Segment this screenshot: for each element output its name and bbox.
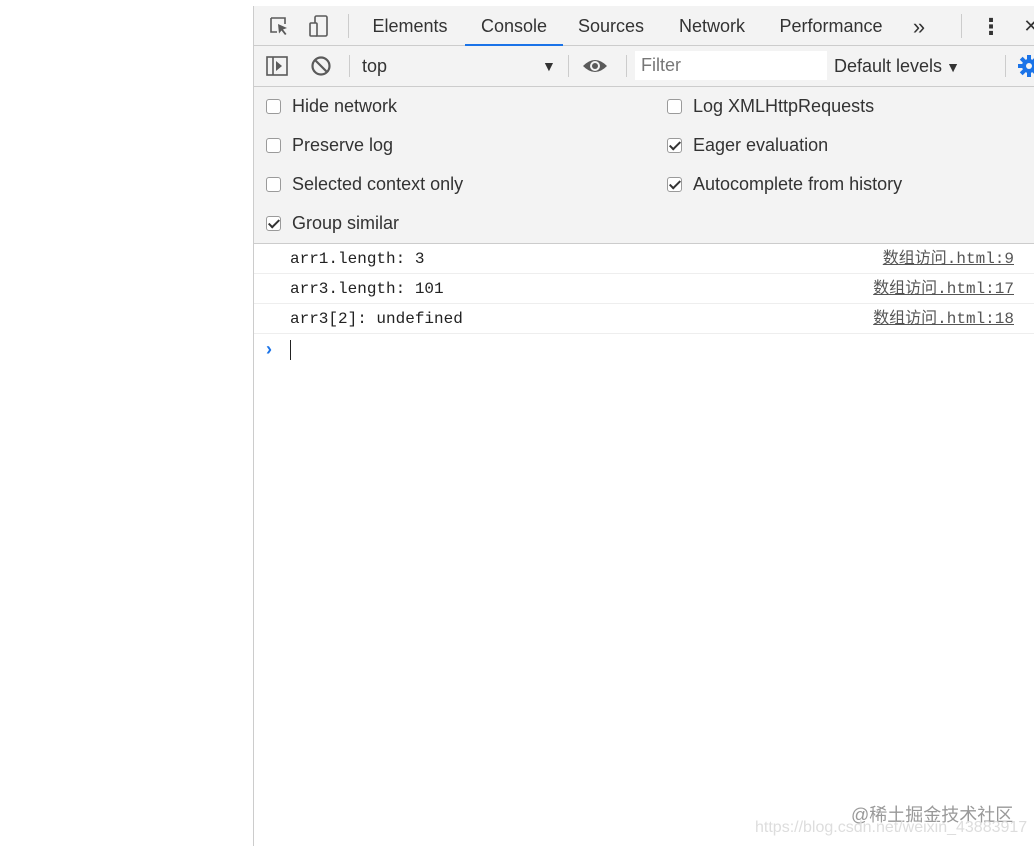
setting-group-similar[interactable]: Group similar (266, 204, 399, 243)
setting-label: Eager evaluation (693, 135, 829, 155)
live-expression-icon[interactable] (580, 46, 610, 86)
toolbar-divider (1005, 55, 1006, 77)
console-settings-pane: Hide network Log XMLHttpRequests Preserv… (254, 87, 1034, 244)
message-text: arr3[2]: undefined (290, 310, 463, 328)
show-sidebar-icon[interactable] (262, 46, 292, 86)
console-message: arr3[2]: undefined 数组访问.html:18 (254, 304, 1034, 334)
setting-label: Hide network (292, 96, 398, 116)
clear-console-icon[interactable] (306, 46, 336, 86)
more-tabs-icon[interactable]: » (906, 6, 932, 45)
checkbox[interactable] (266, 177, 281, 192)
tab-elements[interactable]: Elements (364, 6, 456, 45)
setting-log-xmlhttprequests[interactable]: Log XMLHttpRequests (667, 87, 874, 126)
source-link[interactable]: 数组访问.html:18 (873, 304, 1014, 334)
setting-hide-network[interactable]: Hide network (266, 87, 397, 126)
checkbox-checked[interactable] (266, 216, 281, 231)
setting-preserve-log[interactable]: Preserve log (266, 126, 393, 165)
log-levels-label: Default levels (834, 56, 943, 76)
checkbox[interactable] (667, 99, 682, 114)
checkbox[interactable] (266, 99, 281, 114)
tab-sources[interactable]: Sources (571, 6, 651, 45)
toolbar-divider (568, 55, 569, 77)
text-caret (290, 340, 291, 360)
console-toolbar: top ▼ Default levels▼ (254, 46, 1034, 87)
setting-label: Preserve log (292, 135, 394, 155)
checkbox-checked[interactable] (667, 138, 682, 153)
tab-console[interactable]: Console (465, 6, 563, 46)
console-messages: arr1.length: 3 数组访问.html:9 arr3.length: … (254, 244, 1034, 364)
close-devtools-icon[interactable]: ✕ (1018, 6, 1034, 45)
tab-network[interactable]: Network (667, 6, 757, 45)
chevron-down-icon: ▼ (946, 59, 960, 75)
setting-selected-context-only[interactable]: Selected context only (266, 165, 463, 204)
toolbar-divider (349, 55, 350, 77)
context-value: top (362, 56, 388, 76)
message-text: arr3.length: 101 (290, 280, 444, 298)
customize-menu-icon[interactable]: ⋮ (978, 6, 1004, 45)
setting-label: Selected context only (292, 174, 464, 194)
toolbar-divider (961, 14, 962, 38)
log-levels-dropdown[interactable]: Default levels ▼ (834, 46, 960, 87)
checkbox[interactable] (266, 138, 281, 153)
console-prompt[interactable]: › (254, 334, 1034, 364)
settings-gear-icon[interactable] (1016, 46, 1034, 86)
setting-eager-evaluation[interactable]: Eager evaluation (667, 126, 828, 165)
prompt-chevron-icon: › (266, 339, 272, 359)
watermark-url: https://blog.csdn.net/weixin_43883917 (755, 819, 1028, 836)
setting-label: Group similar (292, 213, 400, 233)
inspect-element-icon[interactable] (264, 6, 294, 45)
device-toolbar-icon[interactable] (304, 6, 334, 45)
filter-input[interactable] (635, 51, 827, 80)
devtools-tab-bar: Elements Console Sources Network Perform… (254, 6, 1034, 46)
console-message: arr3.length: 101 数组访问.html:17 (254, 274, 1034, 304)
toolbar-divider (626, 55, 627, 77)
setting-autocomplete-from-history[interactable]: Autocomplete from history (667, 165, 902, 204)
setting-label: Log XMLHttpRequests (693, 96, 875, 116)
chevron-down-icon: ▼ (542, 58, 556, 74)
devtools-panel: Elements Console Sources Network Perform… (253, 6, 1034, 846)
console-message: arr1.length: 3 数组访问.html:9 (254, 244, 1034, 274)
tab-performance[interactable]: Performance (772, 6, 890, 45)
message-text: arr1.length: 3 (290, 250, 425, 268)
source-link[interactable]: 数组访问.html:9 (883, 244, 1014, 274)
toolbar-divider (348, 14, 349, 38)
setting-label: Autocomplete from history (693, 174, 903, 194)
source-link[interactable]: 数组访问.html:17 (873, 274, 1014, 304)
checkbox-checked[interactable] (667, 177, 682, 192)
